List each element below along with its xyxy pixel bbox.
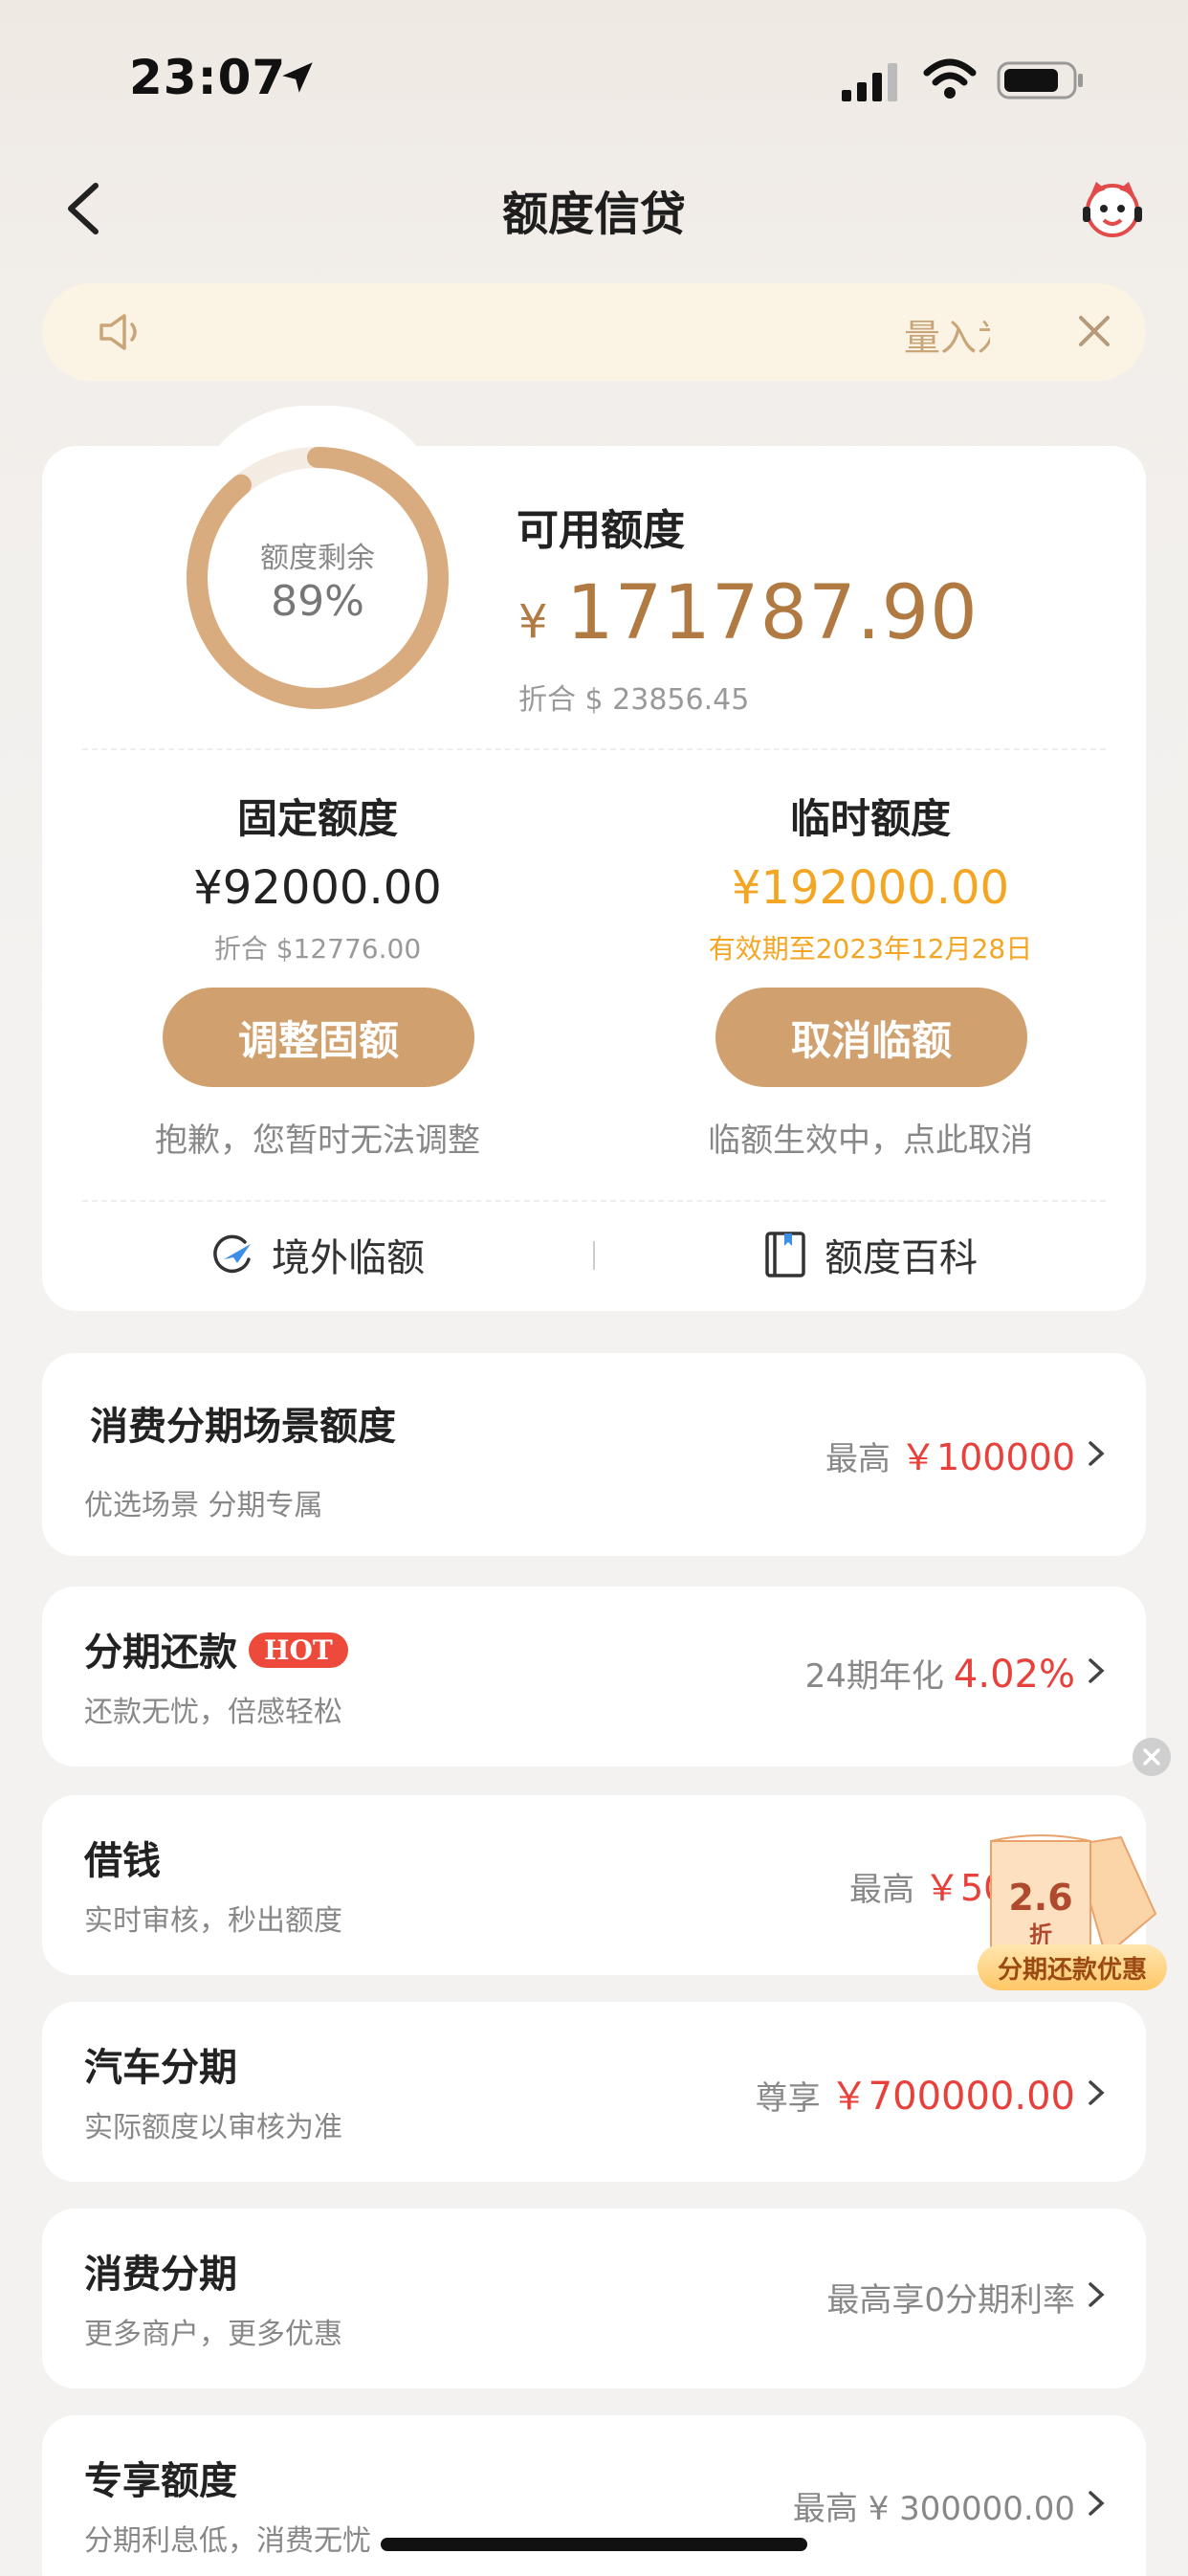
car-installment-card[interactable]: 汽车分期 实际额度以审核为准 尊享 ￥700000.00 [42,2002,1146,2182]
card-title-row: 分期还款 HOT [84,1621,348,1677]
temp-quota-amount: ¥192000.00 [731,861,1010,915]
card-subtitle: 还款无忧，倍感轻松 [84,1696,342,1729]
card-subtitle: 优选场景 分期专属 [84,1489,323,1522]
card-right-info: 尊享 ￥700000.00 [756,2065,1108,2121]
fixed-quota-converted: 折合 $12776.00 [213,933,422,965]
installment-scene-quota-card[interactable]: 消费分期场景额度 优选场景 分期专属 最高 ￥100000 [42,1353,1146,1556]
temp-quota-note[interactable]: 临额生效中，点此取消 [660,1114,1081,1161]
chevron-right-icon [1089,2491,1105,2516]
hot-badge: HOT [249,1632,348,1668]
card-right-info: 最高 ¥ 300000.00 [793,2482,1108,2529]
card-right-prefix: 最高 [849,1871,914,1909]
speaker-icon [99,314,137,350]
fixed-quota-note: 抱歉，您暂时无法调整 [155,1121,480,1160]
card-right-info: 最高享0分期利率 [826,2274,1108,2321]
overseas-temp-quota-link[interactable]: 境外临额 [209,1227,425,1282]
card-right-value: ￥700000.00 [829,2075,1075,2119]
divider [82,748,1106,750]
promo-discount-number: 2.6 [1008,1876,1072,1919]
cancel-temp-quota-button[interactable]: 取消临额 [715,988,1027,1087]
currency-symbol: ¥ [518,595,548,649]
card-title: 借钱 [84,1839,161,1883]
cellular-signal-icon [842,63,897,101]
card-right-prefix: 24期年化 [804,1657,944,1696]
card-right-prefix: 尊享 [755,2079,821,2118]
globe-plane-icon [213,1234,251,1274]
card-right-value: 4.02% [953,1653,1075,1697]
available-quota-title: 可用额度 [517,506,685,555]
temp-quota-title: 临时额度 [789,795,951,842]
quota-wiki-link[interactable]: 额度百科 [761,1227,978,1282]
status-time: 23:07 [129,50,287,105]
notice-text: 量入为出 [904,317,990,359]
card-subtitle: 更多商户，更多优惠 [84,2318,342,2351]
card-title: 分期还款 [84,1631,237,1675]
card-right-prefix: 最高享0分期利率 [826,2281,1075,2320]
exclusive-quota-card[interactable]: 专享额度 分期利息低，消费无忧 最高 ¥ 300000.00 [42,2415,1146,2576]
ring-label: 额度剩余 [260,542,375,575]
available-converted: 折合 $ 23856.45 [518,683,750,717]
card-right-prefix: 最高 [825,1440,891,1478]
close-icon[interactable] [1075,312,1113,350]
card-title: 消费分期场景额度 [90,1405,396,1449]
available-amount: 171787.90 [566,570,979,656]
location-arrow-icon [282,62,313,93]
temp-quota-validity: 有效期至2023年12月28日 [708,933,1033,965]
card-right-info: 24期年化 4.02% [805,1650,1108,1697]
fixed-quota-title: 固定额度 [236,795,398,842]
fixed-quota-amount: ¥92000.00 [193,861,442,915]
link-separator [593,1241,595,1270]
chevron-right-icon [1089,2080,1105,2105]
card-right-value: ￥100000 [899,1436,1075,1478]
card-subtitle: 分期利息低，消费无忧 [84,2524,371,2558]
customer-service-mascot-icon[interactable] [1079,174,1146,241]
home-indicator [381,2538,807,2551]
wifi-icon [923,58,977,99]
card-right-info: 最高 ￥100000 [825,1428,1108,1480]
card-subtitle: 实际额度以审核为准 [84,2111,342,2144]
ring-percent: 89% [271,577,364,626]
book-icon [765,1232,805,1277]
card-title: 专享额度 [84,2459,237,2503]
promo-close-icon[interactable] [1133,1738,1171,1776]
installment-repayment-card[interactable]: 分期还款 HOT 还款无忧，倍感轻松 24期年化 4.02% [42,1587,1146,1766]
page-title: 额度信贷 [501,188,686,241]
wiki-link-label: 额度百科 [825,1236,978,1280]
consumer-installment-card[interactable]: 消费分期 更多商户，更多优惠 最高享0分期利率 [42,2209,1146,2388]
card-title: 汽车分期 [84,2046,237,2090]
chevron-right-icon [1089,2282,1105,2307]
overseas-link-label: 境外临额 [272,1236,425,1280]
card-right-prefix: 最高 ¥ 300000.00 [792,2490,1075,2528]
chevron-right-icon [1089,1441,1105,1466]
divider [82,1200,1106,1202]
battery-icon [997,61,1083,100]
promo-label[interactable]: 分期还款优惠 [978,1944,1167,1990]
card-title: 消费分期 [84,2253,237,2297]
adjust-fixed-quota-button[interactable]: 调整固额 [163,988,474,1087]
card-subtitle: 实时审核，秒出额度 [84,1904,342,1938]
chevron-right-icon [1089,1658,1105,1683]
